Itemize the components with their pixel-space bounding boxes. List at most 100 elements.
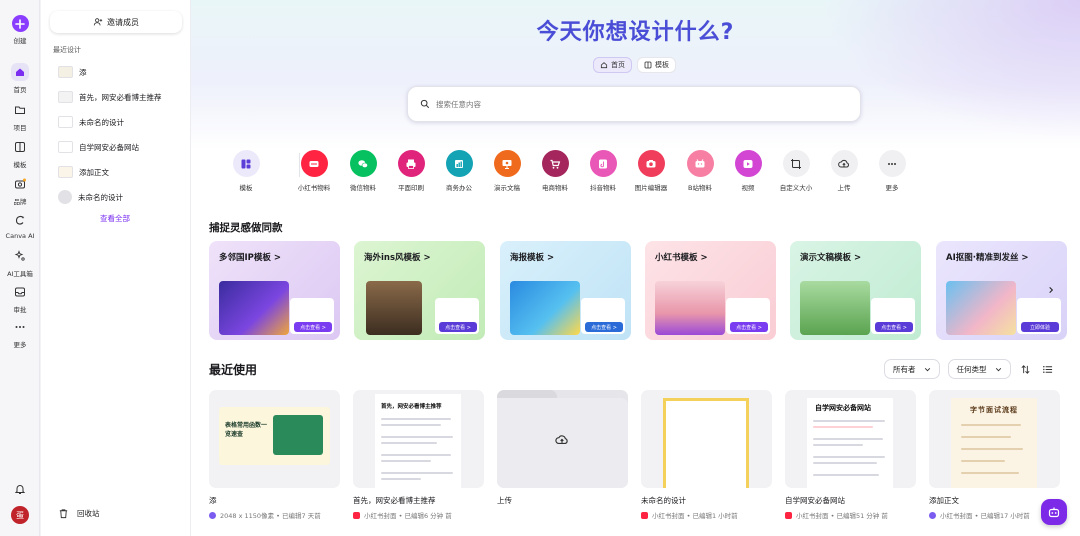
recent-design-item[interactable]: 未命名的设计 [58, 190, 123, 204]
inspiration-card[interactable]: 海外ins风模板 > 点击查看 > [354, 241, 485, 340]
category-office[interactable]: 商务办公 [435, 150, 483, 192]
inbox-icon [11, 283, 29, 301]
folder-name: 上传 [497, 496, 512, 505]
tab-home[interactable]: 首页 [593, 57, 632, 73]
category-presentation[interactable]: 演示文稿 [483, 150, 531, 192]
category-templates[interactable]: 模板 [222, 150, 270, 192]
inspiration-card[interactable]: 小红书模板 > 点击查看 > [645, 241, 776, 340]
rail-create[interactable]: 创建 [0, 15, 40, 45]
recent-design-card[interactable]: 字节面试流程 添加正文 小红书封面 • 已编辑17 小时前 [929, 390, 1060, 520]
recent-design-item[interactable]: 添 [58, 65, 87, 79]
view-button[interactable]: 点击查看 > [294, 322, 332, 332]
recent-filters: 所有者 任何类型 [884, 359, 1055, 379]
list-icon [1043, 365, 1053, 373]
rail-more-label: 更多 [13, 341, 27, 349]
rail-ai-tools[interactable]: AI工具箱 [0, 247, 40, 278]
rail-canva-ai[interactable]: Canva AI [0, 211, 40, 240]
search-input[interactable] [436, 99, 816, 109]
category-custom-size[interactable]: 自定义大小 [772, 150, 820, 192]
recent-design-card[interactable]: 自学网安必备网站 自学网安必备网站 小红书封面 • 已编辑51 分钟 前 [785, 390, 916, 520]
inspiration-card[interactable]: 海报模板 > 点击查看 > [500, 241, 631, 340]
category-label: 微信物料 [350, 184, 376, 192]
category-douyin[interactable]: 抖音物料 [579, 150, 627, 192]
avatar[interactable]: 蛋 [11, 506, 29, 524]
rail-more[interactable]: 更多 [0, 318, 40, 349]
design-meta-text: 小红书封面 • 已编辑17 小时前 [940, 512, 1030, 520]
owner-filter-label: 所有者 [893, 364, 916, 374]
rail-home[interactable]: 首页 [0, 63, 40, 94]
category-ecommerce[interactable]: 电商物料 [531, 150, 579, 192]
notifications-button[interactable] [0, 480, 40, 501]
rail-home-label: 首页 [13, 86, 27, 94]
category-label: 更多 [885, 184, 899, 192]
view-button[interactable]: 点击查看 > [730, 322, 768, 332]
category-xiaohongshu[interactable]: 小红书物料 [290, 150, 338, 192]
camera-icon [637, 150, 665, 177]
rail-approve[interactable]: 审批 [0, 283, 40, 314]
tab-templates[interactable]: 模板 [637, 57, 676, 73]
card-artwork [219, 281, 289, 335]
type-filter[interactable]: 任何类型 [947, 359, 1011, 379]
category-bilibili[interactable]: B站物料 [676, 150, 724, 192]
category-label: B站物料 [688, 184, 712, 192]
card-artwork [510, 281, 580, 335]
xiaohongshu-icon [300, 150, 328, 177]
inspiration-card-title: AI抠图·精准到发丝 > [946, 253, 1029, 263]
list-view-button[interactable] [1041, 362, 1055, 376]
category-wechat[interactable]: 微信物料 [339, 150, 387, 192]
preview-title: 首先，网安必看博主推荐 [381, 404, 442, 410]
carousel-next-button[interactable] [1043, 282, 1059, 298]
category-label: 电商物料 [542, 184, 568, 192]
inspiration-card[interactable]: 多邻国IP模板 > 点击查看 > [209, 241, 340, 340]
try-button[interactable]: 立即体验 [1021, 322, 1059, 332]
inspiration-card[interactable]: 演示文稿模板 > 点击查看 > [790, 241, 921, 340]
category-print[interactable]: 平面印刷 [387, 150, 435, 192]
rail-projects[interactable]: 项目 [0, 101, 40, 132]
preview-doc: 首先，网安必看博主推荐 [375, 394, 461, 488]
rail-templates-label: 模板 [13, 161, 27, 169]
design-meta: 小红书封面 • 已编辑6 分钟 前 [353, 510, 484, 520]
side-panel: 邀请成员 最近设计 添 首先，网安必看博主推荐 未命名的设计 自学网安必备网站 … [41, 0, 191, 536]
view-button[interactable]: 点击查看 > [875, 322, 913, 332]
inspiration-title: 捕捉灵感做同款 [209, 222, 283, 234]
category-video[interactable]: 视频 [724, 150, 772, 192]
recent-designs-heading: 最近设计 [53, 46, 81, 54]
view-all-link[interactable]: 查看全部 [100, 213, 130, 224]
recent-design-item[interactable]: 未命名的设计 [58, 115, 124, 129]
category-photo-editor[interactable]: 图片编辑器 [627, 150, 675, 192]
recent-design-card[interactable]: 首先，网安必看博主推荐 首先，网安必看博主推荐 小红书封面 • 已编辑6 分钟 … [353, 390, 484, 520]
canva-ai-icon [11, 211, 29, 229]
chevron-down-icon [995, 367, 1001, 371]
recent-design-card[interactable]: 表格常用函数一览速查 添 2048 x 1150像素 • 已编辑7 天前 [209, 390, 340, 520]
category-upload[interactable]: 上传 [820, 150, 868, 192]
category-label: 抖音物料 [590, 184, 616, 192]
recent-design-item[interactable]: 首先，网安必看博主推荐 [58, 90, 162, 104]
design-thumbnail [58, 190, 72, 204]
view-button[interactable]: 点击查看 > [585, 322, 623, 332]
recent-folder-card[interactable]: 上传 [497, 390, 628, 506]
xiaohongshu-icon [353, 511, 360, 519]
robot-icon [1048, 507, 1060, 518]
rail-templates[interactable]: 模板 [0, 138, 40, 169]
rail-brand[interactable]: 品牌 [0, 175, 40, 206]
design-name: 添 [209, 496, 217, 505]
category-row: 模板 小红书物料 微信物料 平面印刷 商务办公 演示文稿 电商物料 抖音物料 图… [229, 150, 1079, 198]
preview-doc [663, 398, 749, 488]
recent-design-card[interactable]: 未命名的设计 小红书封面 • 已编辑1 小时前 [641, 390, 772, 520]
view-button[interactable]: 点击查看 > [439, 322, 477, 332]
assistant-button[interactable] [1041, 499, 1067, 525]
recent-design-item[interactable]: 添加正文 [58, 165, 109, 179]
inspiration-card-title: 海报模板 > [510, 253, 555, 263]
sort-button[interactable] [1019, 362, 1033, 376]
card-artwork [946, 281, 1016, 335]
invite-members-button[interactable]: 邀请成员 [50, 11, 182, 33]
cloud-upload-icon [555, 435, 568, 444]
design-preview [641, 390, 772, 488]
recent-design-item[interactable]: 自学网安必备网站 [58, 140, 139, 154]
category-more[interactable]: 更多 [868, 150, 916, 192]
trash-button[interactable]: 回收站 [58, 508, 100, 519]
owner-filter[interactable]: 所有者 [884, 359, 940, 379]
recent-design-label: 未命名的设计 [78, 192, 123, 202]
search-bar[interactable] [407, 86, 861, 122]
wechat-icon [349, 150, 377, 177]
